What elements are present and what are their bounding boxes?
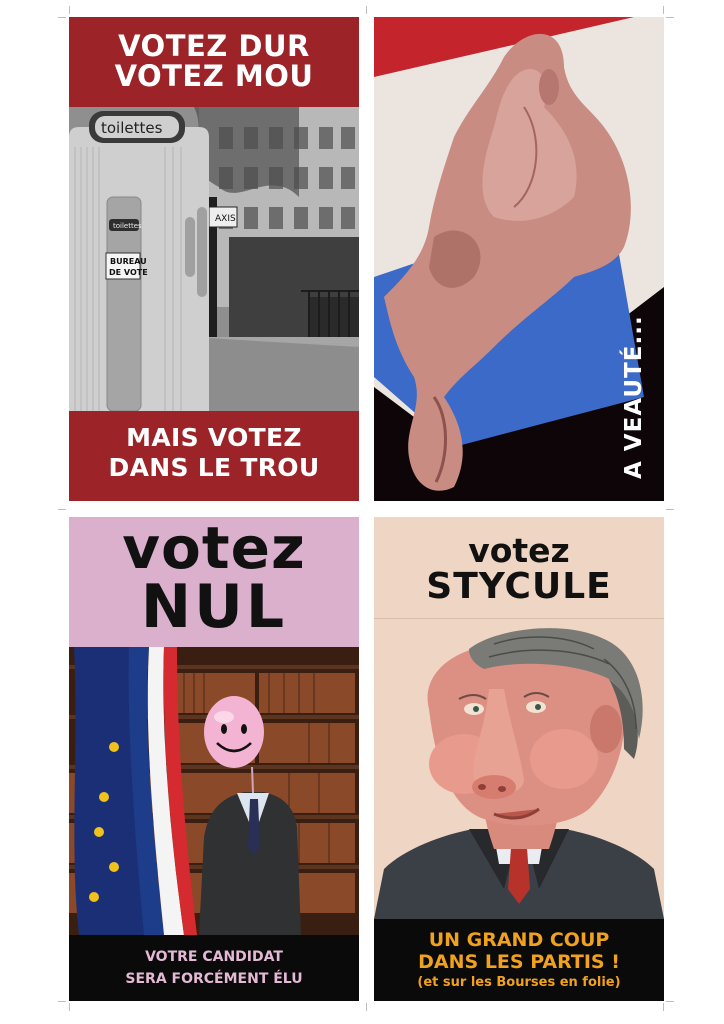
svg-text:toilettes: toilettes (101, 119, 163, 137)
footer-line: UN GRAND COUP (428, 929, 610, 951)
footer-line: (et sur les Bourses en folie) (417, 975, 621, 990)
svg-text:AXIS: AXIS (215, 214, 236, 224)
footer-line: VOTRE CANDIDAT (145, 949, 283, 965)
poster-a-veaute: A VEAUTÉ... (374, 17, 664, 501)
poster-headline: votez (122, 517, 306, 582)
vertical-slogan: A VEAUTÉ... (621, 315, 647, 479)
poster-footer: MAIS VOTEZ DANS LE TROU (69, 423, 359, 483)
street-toilet-photo: AXIS toilettes BUREAU DE VOTE toilettes (69, 107, 359, 411)
crop-mark (666, 17, 674, 18)
poster-headline: VOTEZ DUR VOTEZ MOU (69, 31, 359, 91)
caricature-portrait (374, 619, 664, 919)
footer-line: MAIS VOTEZ (126, 423, 302, 452)
crop-mark (366, 6, 367, 14)
crop-mark (58, 509, 66, 510)
headline-line: VOTEZ DUR (118, 29, 310, 63)
crop-mark (666, 509, 674, 510)
poster-footer: UN GRAND COUP DANS LES PARTIS ! (et sur … (374, 919, 664, 1001)
crop-mark (663, 6, 664, 14)
crop-mark (69, 1003, 70, 1011)
candidate-photo (69, 647, 359, 935)
svg-text:toilettes: toilettes (113, 222, 142, 230)
poster-headline: STYCULE (426, 566, 612, 607)
smiley-balloon-icon (204, 696, 264, 768)
headline-line: VOTEZ MOU (114, 59, 314, 93)
svg-text:DE VOTE: DE VOTE (109, 268, 148, 277)
poster-headline: votez (468, 531, 570, 570)
poster-votez-stycule: votez STYCULE UN GRAND COUP DANS LES PAR… (374, 517, 664, 1001)
crop-mark (666, 1001, 674, 1002)
poster-votez-dur: VOTEZ DUR VOTEZ MOU AXIS toilettes BUREA… (69, 17, 359, 501)
poster-votez-nul: votez NUL VOTRE CANDIDAT SERA FORCÉMENT … (69, 517, 359, 1001)
footer-line: SERA FORCÉMENT ÉLU (125, 971, 303, 987)
poster-footer: VOTRE CANDIDAT SERA FORCÉMENT ÉLU (69, 935, 359, 1001)
poster-headline: NUL (140, 572, 288, 642)
crop-mark (69, 6, 70, 14)
svg-text:BUREAU: BUREAU (110, 257, 147, 266)
crop-mark (58, 1001, 66, 1002)
footer-line: DANS LE TROU (108, 453, 320, 482)
crop-mark (663, 1003, 664, 1011)
footer-line: DANS LES PARTIS ! (418, 951, 620, 973)
crop-mark (58, 17, 66, 18)
crop-mark (366, 1003, 367, 1011)
